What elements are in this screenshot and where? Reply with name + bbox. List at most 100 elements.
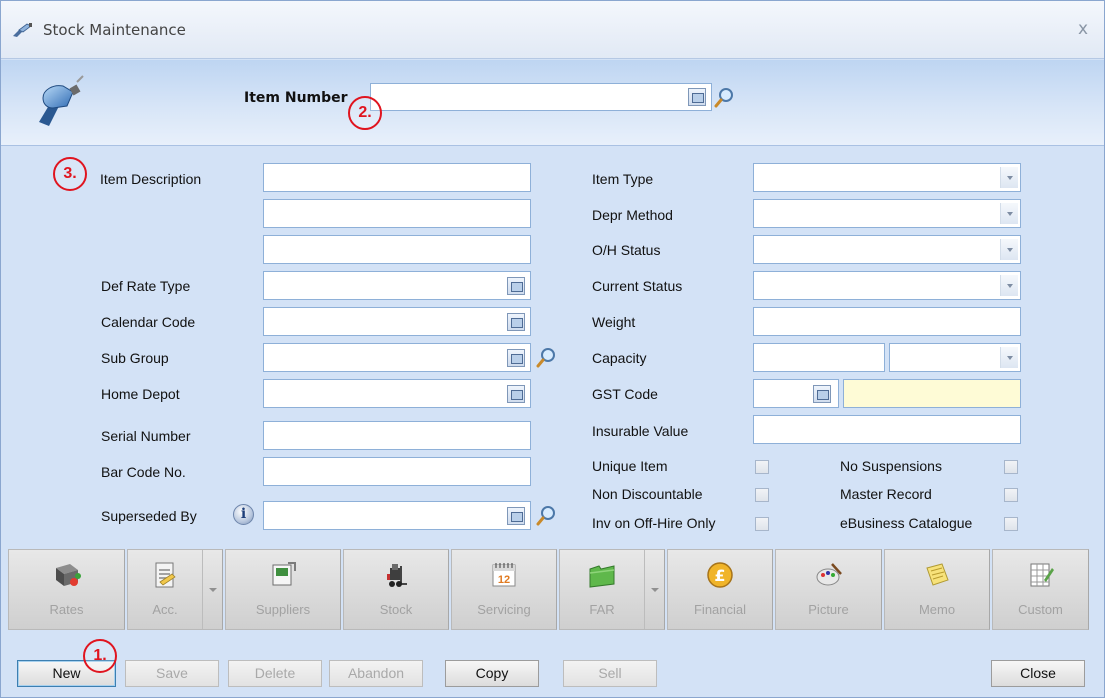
forklift-icon xyxy=(387,564,407,587)
weight-label: Weight xyxy=(592,314,636,330)
financial-button[interactable]: £ Financial xyxy=(667,549,773,630)
def-rate-type-input[interactable] xyxy=(263,271,531,300)
calendar-icon: 12 xyxy=(492,563,516,587)
far-dropdown-icon[interactable] xyxy=(644,550,664,629)
home-depot-lookup-icon[interactable] xyxy=(507,385,525,403)
item-number-label: Item Number xyxy=(244,90,348,106)
suppliers-icon xyxy=(272,562,296,586)
insurable-value-input[interactable] xyxy=(753,415,1021,444)
superseded-by-search-icon[interactable] xyxy=(535,504,557,526)
sell-button[interactable]: Sell xyxy=(563,660,657,687)
far-button[interactable]: FAR xyxy=(559,549,665,630)
sub-group-lookup-icon[interactable] xyxy=(507,349,525,367)
sub-group-input[interactable] xyxy=(263,343,531,372)
inv-off-hire-label: Inv on Off-Hire Only xyxy=(592,515,716,531)
master-record-checkbox[interactable] xyxy=(1004,488,1018,502)
annotation-marker-3: 3. xyxy=(53,157,87,191)
sub-group-search-icon[interactable] xyxy=(535,346,557,368)
chevron-down-icon[interactable] xyxy=(1000,275,1018,296)
suppliers-button[interactable]: Suppliers xyxy=(225,549,341,630)
book-icon xyxy=(55,564,81,586)
def-rate-type-lookup-icon[interactable] xyxy=(507,277,525,295)
acc-dropdown-icon[interactable] xyxy=(202,550,222,629)
rates-button[interactable]: Rates xyxy=(8,549,125,630)
oh-status-label: O/H Status xyxy=(592,242,661,258)
acc-button[interactable]: Acc. xyxy=(127,549,223,630)
current-status-label: Current Status xyxy=(592,278,683,294)
pound-glyph: £ xyxy=(714,566,725,585)
memo-icon xyxy=(926,563,949,586)
capacity-input[interactable] xyxy=(753,343,885,372)
home-depot-input[interactable] xyxy=(263,379,531,408)
item-number-search-icon[interactable] xyxy=(713,86,735,108)
memo-button[interactable]: Memo xyxy=(884,549,990,630)
no-suspensions-checkbox[interactable] xyxy=(1004,460,1018,474)
custom-button[interactable]: Custom xyxy=(992,549,1089,630)
capacity-unit-select[interactable] xyxy=(889,343,1021,372)
insurable-value-label: Insurable Value xyxy=(592,423,689,439)
chevron-down-icon[interactable] xyxy=(1000,239,1018,260)
calendar-code-label: Calendar Code xyxy=(101,314,196,330)
servicing-button[interactable]: 12 Servicing xyxy=(451,549,557,630)
chevron-down-icon[interactable] xyxy=(1000,203,1018,224)
delete-button[interactable]: Delete xyxy=(228,660,322,687)
superseded-by-input[interactable] xyxy=(263,501,531,530)
superseded-by-lookup-icon[interactable] xyxy=(507,507,525,525)
picture-button[interactable]: Picture xyxy=(775,549,882,630)
annotation-marker-1: 1. xyxy=(83,639,117,673)
document-icon xyxy=(155,562,176,588)
non-discountable-label: Non Discountable xyxy=(592,486,703,502)
item-number-lookup-icon[interactable] xyxy=(688,88,706,106)
calendar-day-text: 12 xyxy=(498,574,510,586)
stock-label: Stock xyxy=(379,602,413,617)
stock-button[interactable]: Stock xyxy=(343,549,449,630)
stock-form: 3. Item Description Def Rate Type Calend… xyxy=(1,147,1104,547)
chevron-down-icon[interactable] xyxy=(1000,347,1018,368)
stock-maintenance-window: Stock Maintenance x Item Number 2. 3. It… xyxy=(0,0,1105,698)
annotation-marker-2: 2. xyxy=(348,96,382,130)
master-record-label: Master Record xyxy=(840,486,932,502)
servicing-label: Servicing xyxy=(477,602,531,617)
item-description-input-1[interactable] xyxy=(263,163,531,192)
sub-group-label: Sub Group xyxy=(101,350,169,366)
ebusiness-catalogue-checkbox[interactable] xyxy=(1004,517,1018,531)
ebusiness-catalogue-label: eBusiness Catalogue xyxy=(840,515,973,531)
action-bar: New 1. Save Delete Abandon Copy Sell Clo… xyxy=(1,639,1104,698)
gst-code-lookup-icon[interactable] xyxy=(813,385,831,403)
calendar-code-lookup-icon[interactable] xyxy=(507,313,525,331)
close-icon[interactable]: x xyxy=(1078,19,1088,39)
abandon-button[interactable]: Abandon xyxy=(329,660,423,687)
bar-code-input[interactable] xyxy=(263,457,531,486)
item-description-input-3[interactable] xyxy=(263,235,531,264)
item-description-label: Item Description xyxy=(100,171,202,187)
capacity-label: Capacity xyxy=(592,350,647,366)
chevron-down-icon[interactable] xyxy=(1000,167,1018,188)
info-icon[interactable]: i xyxy=(233,504,254,525)
save-button[interactable]: Save xyxy=(125,660,219,687)
drill-logo-icon xyxy=(39,75,84,126)
item-type-select[interactable] xyxy=(753,163,1021,192)
non-discountable-checkbox[interactable] xyxy=(755,488,769,502)
no-suspensions-label: No Suspensions xyxy=(840,458,942,474)
item-description-input-2[interactable] xyxy=(263,199,531,228)
superseded-by-label: Superseded By xyxy=(101,508,197,524)
palette-icon xyxy=(816,563,842,586)
custom-label: Custom xyxy=(1018,602,1063,617)
unique-item-checkbox[interactable] xyxy=(755,460,769,474)
bar-code-label: Bar Code No. xyxy=(101,464,186,480)
current-status-select[interactable] xyxy=(753,271,1021,300)
drill-icon xyxy=(13,23,32,37)
pound-coin-icon: £ xyxy=(707,562,733,588)
depr-method-select[interactable] xyxy=(753,199,1021,228)
acc-label: Acc. xyxy=(152,602,178,617)
serial-number-input[interactable] xyxy=(263,421,531,450)
inv-off-hire-checkbox[interactable] xyxy=(755,517,769,531)
serial-number-label: Serial Number xyxy=(101,428,191,444)
gst-code-description xyxy=(843,379,1021,408)
close-button[interactable]: Close xyxy=(991,660,1085,687)
weight-input[interactable] xyxy=(753,307,1021,336)
copy-button[interactable]: Copy xyxy=(445,660,539,687)
oh-status-select[interactable] xyxy=(753,235,1021,264)
calendar-code-input[interactable] xyxy=(263,307,531,336)
item-number-input[interactable] xyxy=(370,83,712,111)
